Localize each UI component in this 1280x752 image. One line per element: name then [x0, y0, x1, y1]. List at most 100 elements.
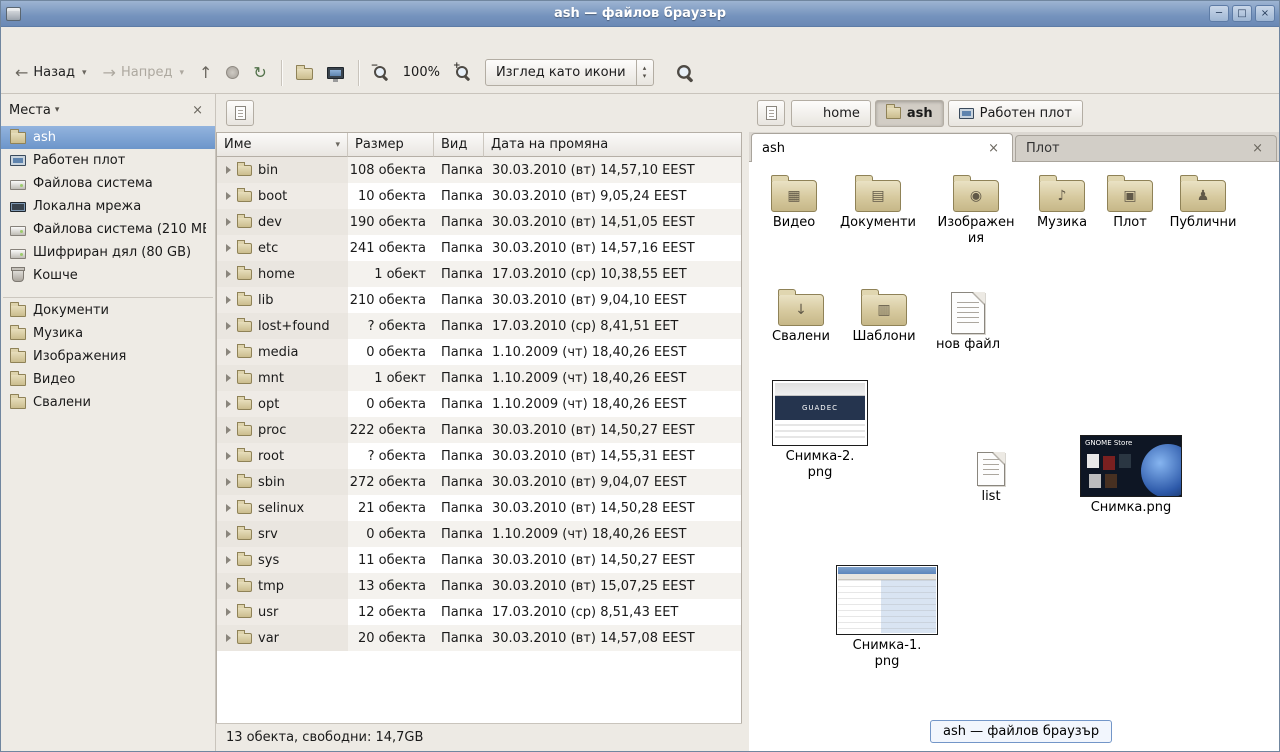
expander-icon[interactable] — [226, 608, 231, 616]
sidebar-item[interactable]: Кошче — [1, 264, 215, 287]
sidebar-title[interactable]: Места — [9, 103, 51, 118]
expander-icon[interactable] — [226, 218, 231, 226]
sidebar-item[interactable]: Изображения — [1, 345, 215, 368]
table-row[interactable]: bin 108 обекта Папка 30.03.2010 (вт) 14,… — [217, 157, 741, 183]
pane-splitter[interactable] — [742, 94, 749, 751]
back-button[interactable]: ← Назад ▾ — [9, 61, 93, 85]
menu-item[interactable] — [59, 37, 77, 43]
breadcrumb-button[interactable]: ash — [875, 100, 944, 127]
reload-button[interactable]: ↻ — [248, 61, 271, 85]
table-row[interactable]: lost+found ? обекта Папка 17.03.2010 (ср… — [217, 313, 741, 339]
sidebar-item[interactable]: Локална мрежа — [1, 195, 215, 218]
computer-button[interactable] — [322, 63, 349, 83]
icon-view-item[interactable]: нов файл — [926, 286, 1010, 353]
titlebar[interactable]: ash — файлов браузър ─ □ × — [1, 1, 1279, 27]
table-row[interactable]: boot 10 обекта Папка 30.03.2010 (вт) 9,0… — [217, 183, 741, 209]
tab-close-icon[interactable]: × — [985, 141, 1002, 156]
zoom-out-button[interactable]: − — [368, 61, 393, 84]
sidebar-item[interactable]: Музика — [1, 322, 215, 345]
expander-icon[interactable] — [226, 582, 231, 590]
expander-icon[interactable] — [226, 296, 231, 304]
expander-icon[interactable] — [226, 452, 231, 460]
icon-view-item[interactable]: ▦ Видео — [752, 168, 836, 231]
close-button[interactable]: × — [1255, 5, 1275, 22]
icon-view-item[interactable]: ▤ Документи — [836, 168, 920, 231]
table-row[interactable]: lib 210 обекта Папка 30.03.2010 (вт) 9,0… — [217, 287, 741, 313]
minimize-button[interactable]: ─ — [1209, 5, 1229, 22]
expander-icon[interactable] — [226, 426, 231, 434]
zoom-in-button[interactable]: + — [450, 61, 475, 84]
home-button[interactable] — [291, 61, 318, 84]
breadcrumb-button[interactable]: Работен плот — [948, 100, 1083, 127]
icon-view-item[interactable]: Снимка-1. png — [835, 565, 939, 671]
icon-view-item[interactable]: ♟ Публични — [1161, 168, 1245, 231]
sidebar-item[interactable]: Файлова система — [1, 172, 215, 195]
expander-icon[interactable] — [226, 530, 231, 538]
table-row[interactable]: etc 241 обекта Папка 30.03.2010 (вт) 14,… — [217, 235, 741, 261]
table-row[interactable]: selinux 21 обекта Папка 30.03.2010 (вт) … — [217, 495, 741, 521]
sidebar-item[interactable]: Шифриран дял (80 GB) — [1, 241, 215, 264]
expander-icon[interactable] — [226, 348, 231, 356]
icon-view-item[interactable]: ▣ Плот — [1088, 168, 1172, 231]
table-row[interactable]: opt 0 обекта Папка 1.10.2009 (чт) 18,40,… — [217, 391, 741, 417]
sidebar-item[interactable]: Видео — [1, 368, 215, 391]
menu-item[interactable] — [5, 37, 23, 43]
column-header-type[interactable]: Вид — [434, 133, 484, 157]
icon-view-item[interactable]: ◉ Изображен ия — [934, 168, 1018, 248]
icon-view-item[interactable]: list — [949, 446, 1033, 505]
expander-icon[interactable] — [226, 478, 231, 486]
stop-button[interactable] — [221, 62, 244, 83]
sidebar-item[interactable]: Работен плот — [1, 149, 215, 172]
table-row[interactable]: sys 11 обекта Папка 30.03.2010 (вт) 14,5… — [217, 547, 741, 573]
icon-view-item[interactable]: ▥ Шаблони — [842, 282, 926, 345]
toggle-location-entry-button[interactable] — [226, 100, 254, 126]
table-row[interactable]: media 0 обекта Папка 1.10.2009 (чт) 18,4… — [217, 339, 741, 365]
up-button[interactable]: ↑ — [194, 61, 217, 85]
back-history-chevron-icon[interactable]: ▾ — [82, 68, 87, 78]
column-header-size[interactable]: Размер — [348, 133, 434, 157]
search-button[interactable] — [672, 61, 697, 84]
sort-chevron-icon[interactable]: ▾ — [329, 140, 340, 150]
sidebar-item[interactable]: Файлова система (210 MB) — [1, 218, 215, 241]
sidebar-chevron-down-icon[interactable]: ▾ — [55, 105, 60, 115]
expander-icon[interactable] — [226, 400, 231, 408]
expander-icon[interactable] — [226, 192, 231, 200]
menu-item[interactable] — [95, 37, 113, 43]
column-header-date[interactable]: Дата на промяна — [484, 133, 741, 157]
table-row[interactable]: proc 222 обекта Папка 30.03.2010 (вт) 14… — [217, 417, 741, 443]
breadcrumb-button[interactable]: home — [791, 100, 871, 127]
table-row[interactable]: home 1 обект Папка 17.03.2010 (ср) 10,38… — [217, 261, 741, 287]
icon-view[interactable]: ▦ Видео ▤ — [749, 162, 1279, 751]
icon-view-item[interactable]: GUADEC Снимка-2. png — [771, 380, 869, 482]
combo-spinner[interactable]: ▴ ▾ — [636, 60, 653, 85]
table-row[interactable]: root ? обекта Папка 30.03.2010 (вт) 14,5… — [217, 443, 741, 469]
table-row[interactable]: mnt 1 обект Папка 1.10.2009 (чт) 18,40,2… — [217, 365, 741, 391]
table-row[interactable]: dev 190 обекта Папка 30.03.2010 (вт) 14,… — [217, 209, 741, 235]
menu-item[interactable] — [41, 37, 59, 43]
tab-close-icon[interactable]: × — [1249, 141, 1266, 156]
expander-icon[interactable] — [226, 244, 231, 252]
tab[interactable]: Плот × — [1015, 135, 1277, 161]
sidebar-item[interactable]: Документи — [1, 299, 215, 322]
expander-icon[interactable] — [226, 556, 231, 564]
menu-item[interactable] — [23, 37, 41, 43]
column-header-name[interactable]: Име ▾ — [217, 133, 348, 157]
expander-icon[interactable] — [226, 634, 231, 642]
sidebar-close-button[interactable]: × — [188, 102, 207, 119]
table-row[interactable]: srv 0 обекта Папка 1.10.2009 (чт) 18,40,… — [217, 521, 741, 547]
sidebar-item[interactable]: ash — [1, 126, 215, 149]
expander-icon[interactable] — [226, 322, 231, 330]
expander-icon[interactable] — [226, 374, 231, 382]
table-row[interactable]: usr 12 обекта Папка 17.03.2010 (ср) 8,51… — [217, 599, 741, 625]
sidebar-item[interactable]: Свалени — [1, 391, 215, 414]
menu-item[interactable] — [77, 37, 95, 43]
view-mode-combo[interactable]: Изглед като икони ▴ ▾ — [485, 59, 654, 86]
toggle-location-entry-button[interactable] — [757, 100, 785, 126]
icon-view-item[interactable]: GNOME Store Снимка.png — [1079, 435, 1183, 516]
expander-icon[interactable] — [226, 270, 231, 278]
table-row[interactable]: var 20 обекта Папка 30.03.2010 (вт) 14,5… — [217, 625, 741, 651]
table-row[interactable]: tmp 13 обекта Папка 30.03.2010 (вт) 15,0… — [217, 573, 741, 599]
table-row[interactable]: sbin 272 обекта Папка 30.03.2010 (вт) 9,… — [217, 469, 741, 495]
expander-icon[interactable] — [226, 166, 231, 174]
icon-view-item[interactable]: ↓ Свалени — [759, 282, 843, 345]
